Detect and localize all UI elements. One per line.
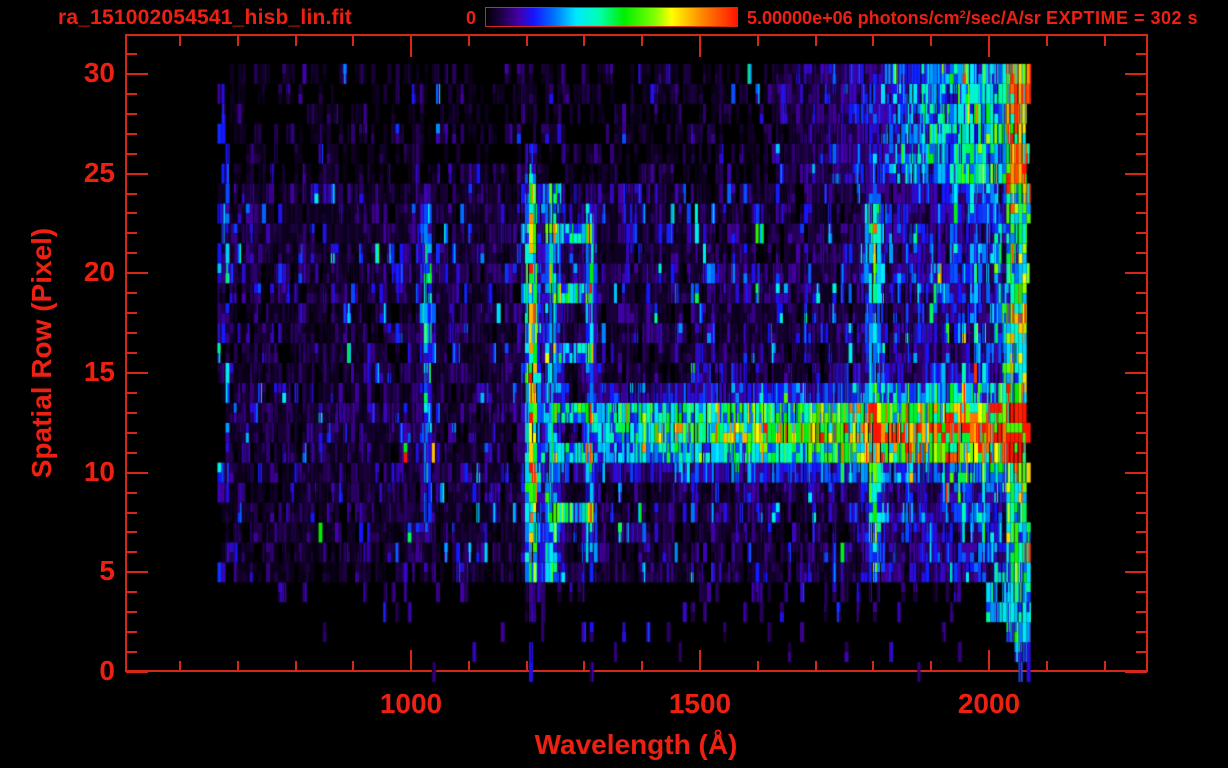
colorbar-units-suffix: /sec/A/sr [965,8,1041,28]
y-tick-label: 20 [83,256,115,287]
x-tick-label: 1500 [668,688,732,719]
colorbar-max-value: 5.00000e+06 photons/cm [747,8,960,28]
colorbar-gradient [485,7,738,27]
y-tick-label: 0 [99,655,115,686]
y-tick-label: 5 [99,555,115,586]
y-tick-label: 15 [83,356,115,387]
y-tick-label: 10 [83,456,115,487]
exptime-label: EXPTIME = 302 s [1046,8,1199,28]
spectrogram-viewer-window: ra_151002054541_hisb_lin.fit 0 5.00000e+… [0,0,1228,768]
colorbar-min-label: 0 [465,8,476,28]
file-title: ra_151002054541_hisb_lin.fit [58,6,352,29]
x-tick-label: 2000 [957,688,1021,719]
x-tick-label: 1000 [379,688,443,719]
y-tick-label: 30 [83,57,115,88]
spectrogram-heatmap [125,34,1148,684]
colorbar-max-label: 5.00000e+06 photons/cm2/sec/A/sr [747,8,1041,29]
y-tick-label: 25 [83,157,115,188]
x-axis-title: Wavelength (Å) [534,729,738,760]
